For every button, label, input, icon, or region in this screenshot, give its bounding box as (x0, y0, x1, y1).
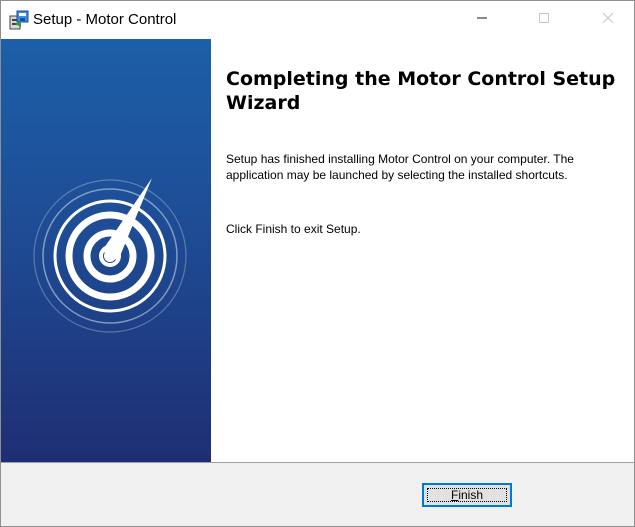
minimize-icon (476, 11, 488, 29)
maximize-icon (538, 11, 550, 29)
finish-button-label: Finish (451, 488, 483, 502)
exit-instructions: Click Finish to exit Setup. (226, 222, 361, 236)
maximize-button[interactable] (521, 1, 567, 39)
setup-window: Setup - Motor Control Completing the Mot… (0, 0, 635, 527)
title-bar[interactable]: Setup - Motor Control (1, 1, 634, 39)
completion-message: Setup has finished installing Motor Cont… (226, 152, 574, 182)
speedometer-logo-icon (33, 178, 187, 333)
finish-label-rest: inish (458, 488, 484, 502)
installer-app-icon (9, 10, 29, 30)
button-bar: Finish (1, 462, 634, 526)
page-title: Completing the Motor Control Setup Wizar… (226, 68, 616, 114)
close-icon (602, 11, 614, 29)
minimize-button[interactable] (459, 1, 505, 39)
finish-button[interactable]: Finish (422, 483, 512, 507)
close-button[interactable] (585, 1, 631, 39)
window-title: Setup - Motor Control (33, 11, 177, 28)
wizard-content: Completing the Motor Control Setup Wizar… (211, 39, 634, 462)
wizard-banner (1, 39, 211, 462)
